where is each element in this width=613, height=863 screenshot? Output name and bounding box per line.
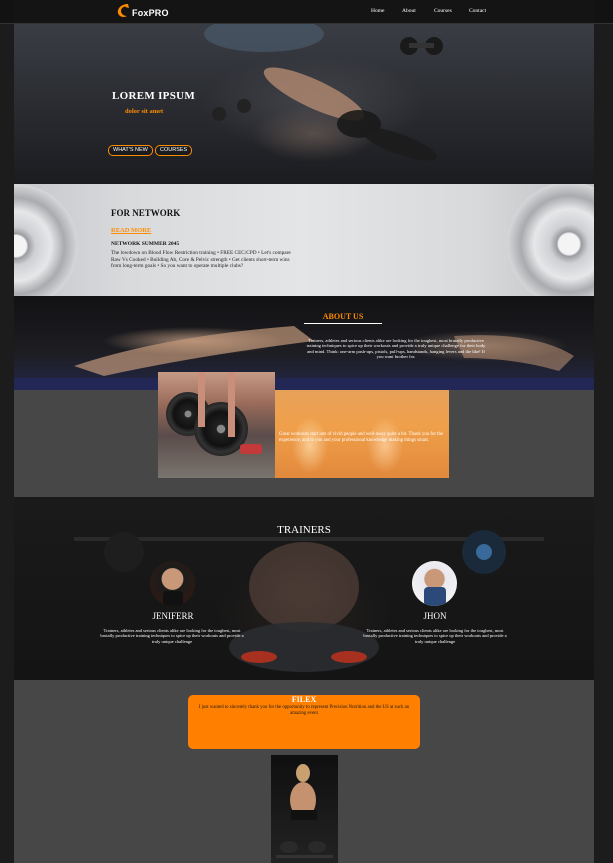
trainer-name: JHON xyxy=(423,611,447,621)
network-heading: NETWORK SUMMER 2045 xyxy=(111,241,180,247)
network-title: FOR NETWORK xyxy=(111,208,181,218)
logo-text: FoxPRO xyxy=(132,8,169,18)
leg-image xyxy=(198,372,205,427)
hero-title: LOREM IPSUM xyxy=(112,90,196,102)
trainer-name: JENIFERR xyxy=(152,611,194,621)
about-background-image xyxy=(14,326,594,390)
athlete-photo xyxy=(271,755,338,863)
fox-logo-icon xyxy=(116,3,131,24)
trainer-description: Trainers, athletes and serious clients a… xyxy=(100,628,244,644)
page-container: LOREM IPSUM dolor sit amet WHAT'S NEW CO… xyxy=(14,0,594,863)
top-navbar: FoxPRO Home About Courses Contact xyxy=(0,0,613,24)
nav-link-contact[interactable]: Contact xyxy=(469,8,486,14)
logo[interactable]: FoxPRO xyxy=(116,3,169,24)
nav-link-courses[interactable]: Courses xyxy=(434,8,452,14)
nav-link-about[interactable]: About xyxy=(402,8,416,14)
about-section: ABOUT US Trainers, athletes and serious … xyxy=(14,296,594,390)
hero-athletes-image xyxy=(204,24,443,161)
weight-plate-image xyxy=(14,184,78,296)
leg-image xyxy=(228,372,235,437)
athlete-image xyxy=(276,764,333,858)
avatar-body-image xyxy=(424,587,446,606)
hero-section: LOREM IPSUM dolor sit amet WHAT'S NEW CO… xyxy=(14,24,594,184)
trainers-title: TRAINERS xyxy=(277,524,331,536)
testimonial-card: FILEX I just wanted to sincerely thank y… xyxy=(188,695,420,749)
testimonial-text: I just wanted to sincerely thank you for… xyxy=(198,705,410,716)
nav-link-home[interactable]: Home xyxy=(371,8,384,14)
about-text: Trainers, athletes and serious clients a… xyxy=(306,338,486,360)
testimonial-title: FILEX xyxy=(291,695,317,704)
avatar[interactable] xyxy=(150,561,195,606)
trainer-description: Trainers, athletes and serious clients a… xyxy=(363,628,507,644)
weight-plate-image xyxy=(507,184,594,296)
courses-button[interactable]: COURSES xyxy=(155,145,193,156)
network-body: The lowdown on Blood Flow Restriction tr… xyxy=(111,250,291,270)
network-section: FOR NETWORK READ MORE NETWORK SUMMER 204… xyxy=(14,184,594,296)
avatar-body-image xyxy=(163,591,183,606)
about-underline xyxy=(304,323,382,324)
photo-caption: Great workouts start lots of vivid peopl… xyxy=(279,432,444,443)
trainers-section: TRAINERS JENIFERR Trainers, athletes and… xyxy=(14,497,594,680)
avatar[interactable] xyxy=(412,561,457,606)
shoe-image xyxy=(240,444,262,454)
whats-new-button[interactable]: WHAT'S NEW xyxy=(108,145,153,156)
read-more-link[interactable]: READ MORE xyxy=(111,227,151,234)
group-class-photo: Great workouts start lots of vivid peopl… xyxy=(275,390,449,478)
hero-subtitle: dolor sit amet xyxy=(125,108,164,115)
about-title: ABOUT US xyxy=(322,312,364,321)
barbell-photo xyxy=(158,372,275,478)
